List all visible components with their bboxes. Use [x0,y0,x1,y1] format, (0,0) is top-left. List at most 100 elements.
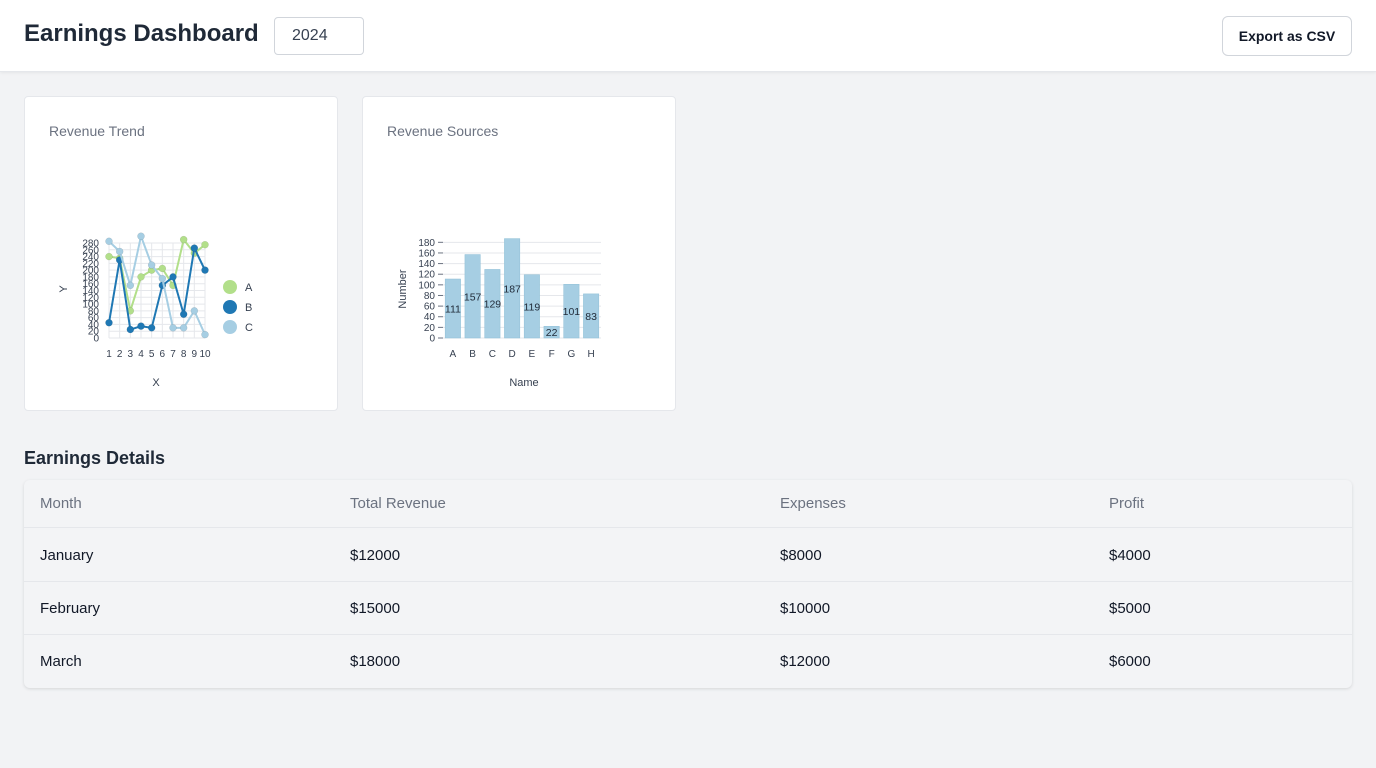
data-point-c [105,237,113,246]
x-axis-label: X [152,377,160,389]
bar-value-label: 111 [445,303,461,315]
data-point-b [201,266,209,274]
x-tick-label: 4 [138,349,144,360]
bar-value-label: 119 [524,301,541,313]
y-tick-label: 80 [424,291,436,302]
y-tick-label: 120 [418,270,435,281]
x-tick-label: 3 [128,349,134,360]
x-tick-label: 8 [181,349,187,360]
cell-month: January [40,547,94,564]
year-select[interactable]: 2024 [274,17,364,55]
y-tick-label: 40 [424,312,436,323]
cell-total-revenue: $12000 [350,547,401,564]
x-tick-label: 2 [117,349,123,360]
legend-marker-a [223,280,237,294]
cell-profit: $6000 [1109,653,1151,670]
legend-label-b: B [245,302,252,314]
x-tick-label: 5 [149,349,155,360]
data-point-a [201,240,209,249]
legend-marker-c [223,320,237,334]
data-point-b [190,244,199,252]
legend-label-c: C [245,322,253,334]
x-axis-label: Name [509,377,538,389]
column-header-total-revenue: Total Revenue [350,495,446,512]
x-tick-label: 10 [199,349,211,360]
y-tick-label: 60 [424,302,436,313]
data-point-c [201,330,209,339]
export-csv-button[interactable]: Export as CSV [1222,16,1352,56]
bar-value-label: 157 [464,291,482,303]
x-tick-label: H [588,349,595,360]
x-tick-label: C [489,349,496,360]
y-tick-label: 180 [418,238,435,249]
y-axis-label: Y [58,285,70,293]
cell-expenses: $12000 [780,653,831,670]
x-tick-label: D [509,349,516,360]
data-point-c [169,324,177,332]
cell-expenses: $10000 [780,600,831,617]
data-point-b [179,310,188,318]
data-point-b [105,318,113,327]
y-tick-label: 280 [82,239,99,250]
x-tick-label: F [549,349,555,360]
table-row: January $12000 $8000 $4000 [24,529,1352,582]
revenue-sources-chart: 020406080100120140160180 111 A 157 B 129 C 187 D… [397,238,601,389]
table-header-row: Month Total Revenue Expenses Profit [24,480,1352,528]
data-point-c [126,281,135,290]
cell-month: February [40,600,101,617]
x-tick-label: A [450,349,457,360]
cell-total-revenue: $18000 [350,653,401,670]
data-point-b [137,322,145,330]
data-point-c [190,307,199,315]
bar-value-label: 22 [546,327,558,339]
x-tick-label: 9 [192,349,198,360]
column-header-month: Month [40,495,82,512]
cell-profit: $4000 [1109,547,1151,564]
y-tick-label: 140 [418,259,435,270]
top-header: Earnings Dashboard 2024 Export as CSV [0,0,1376,72]
revenue-sources-card: Revenue Sources 0 20 40 60 80 100 120 140 160 180… [362,96,676,411]
bar-value-label: 83 [585,311,597,323]
revenue-trend-card: Revenue Trend 0 20 40 60 80 100 120 140 160 180 20… [24,96,338,411]
table-row: February $15000 $10000 $5000 [24,582,1352,635]
column-header-profit: Profit [1109,495,1145,512]
data-point-b [147,324,156,332]
x-tick-label: G [567,349,575,360]
revenue-trend-chart: 0204060801001201401601802002202402602801… [58,232,253,389]
table-row: March $18000 $12000 $6000 [24,635,1352,688]
bar-value-label: 187 [503,283,521,295]
y-axis-label: Number [397,269,409,308]
x-tick-label: 6 [160,349,166,360]
legend-label-a: A [245,282,253,294]
data-point-c [179,324,188,332]
x-tick-label: 7 [170,349,176,360]
cell-month: March [40,653,82,670]
data-point-b [126,325,135,334]
x-tick-label: E [529,349,536,360]
data-point-c [115,247,124,256]
bar-value-label: 129 [484,299,502,311]
y-tick-label: 20 [424,323,436,334]
data-point-a [137,273,145,281]
earnings-table: Month Total Revenue Expenses Profit Janu… [24,480,1352,688]
x-tick-label: B [469,349,476,360]
data-point-c [147,261,156,269]
data-point-c [158,274,167,283]
cell-expenses: $8000 [780,547,822,564]
data-point-b [169,273,177,281]
data-point-a [105,252,113,261]
bar-value-label: 101 [563,306,581,318]
y-tick-label: 0 [429,334,435,345]
y-tick-label: 100 [418,280,435,291]
earnings-details-title: Earnings Details [24,448,166,468]
x-tick-label: 1 [106,349,112,360]
data-point-c [137,232,145,240]
legend-marker-b [223,300,237,314]
cell-total-revenue: $15000 [350,600,401,617]
column-header-expenses: Expenses [780,495,846,512]
y-tick-label: 160 [418,248,435,259]
data-point-a [158,264,167,273]
data-point-a [179,235,188,244]
page-title: Earnings Dashboard [24,20,259,47]
cell-profit: $5000 [1109,600,1151,617]
